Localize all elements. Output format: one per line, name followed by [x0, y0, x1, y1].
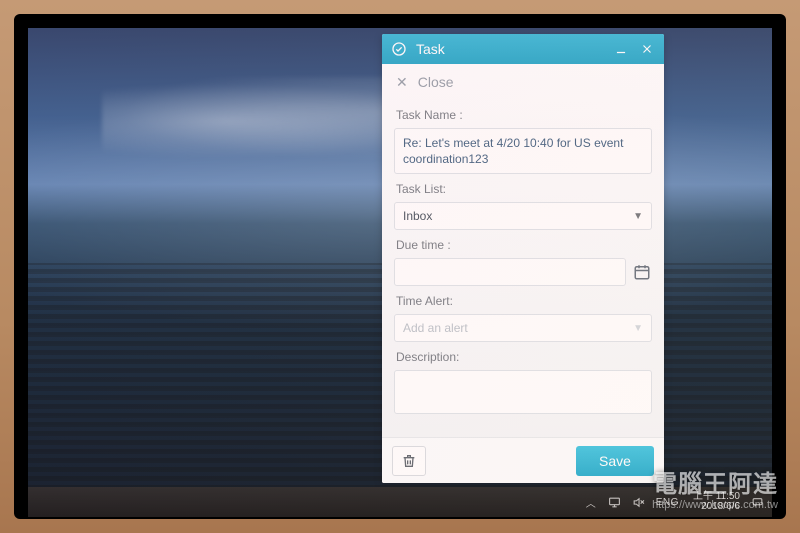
close-label: Close [418, 74, 454, 90]
taskbar-clock[interactable]: 上午 11:50 2018/6/6 [693, 492, 740, 513]
monitor-bezel: Task ✕ Close Task Name : Re: Let's meet [14, 14, 786, 519]
action-center-icon[interactable] [750, 495, 764, 509]
close-row[interactable]: ✕ Close [382, 64, 664, 96]
network-icon[interactable] [608, 495, 622, 509]
close-window-button[interactable] [638, 40, 656, 58]
task-name-input[interactable]: Re: Let's meet at 4/20 10:40 for US even… [394, 128, 652, 174]
minimize-button[interactable] [612, 40, 630, 58]
task-name-value: Re: Let's meet at 4/20 10:40 for US even… [403, 136, 623, 166]
task-panel-titlebar[interactable]: Task [382, 34, 664, 64]
task-list-select[interactable]: Inbox ▼ [394, 202, 652, 230]
task-panel: Task ✕ Close Task Name : Re: Let's meet [382, 34, 664, 483]
language-indicator[interactable]: ENG [656, 497, 679, 508]
label-description: Description: [396, 350, 650, 364]
volume-muted-icon[interactable] [632, 495, 646, 509]
due-time-input[interactable] [394, 258, 626, 286]
delete-button[interactable] [392, 446, 426, 476]
label-due-time: Due time : [396, 238, 650, 252]
clock-date: 2018/6/6 [693, 502, 740, 513]
description-input[interactable] [394, 370, 652, 414]
tray-chevron-up-icon[interactable]: ︿ [584, 495, 598, 509]
task-panel-footer: Save [382, 437, 664, 483]
time-alert-placeholder: Add an alert [403, 321, 468, 335]
label-task-list: Task List: [396, 182, 650, 196]
task-check-icon [390, 40, 408, 58]
calendar-icon[interactable] [632, 262, 652, 282]
task-panel-title: Task [416, 41, 604, 57]
task-form: Task Name : Re: Let's meet at 4/20 10:40… [382, 96, 664, 437]
photo-background: Task ✕ Close Task Name : Re: Let's meet [0, 0, 800, 533]
caret-down-icon: ▼ [633, 211, 643, 222]
taskbar[interactable]: ︿ ENG 上午 11:50 2018/6/6 [28, 487, 772, 517]
label-task-name: Task Name : [396, 108, 650, 122]
save-button[interactable]: Save [576, 446, 654, 476]
close-x-icon: ✕ [396, 75, 408, 89]
caret-down-icon: ▼ [633, 323, 643, 334]
task-list-selected: Inbox [403, 209, 432, 223]
label-time-alert: Time Alert: [396, 294, 650, 308]
time-alert-select[interactable]: Add an alert ▼ [394, 314, 652, 342]
screen: Task ✕ Close Task Name : Re: Let's meet [28, 28, 772, 517]
